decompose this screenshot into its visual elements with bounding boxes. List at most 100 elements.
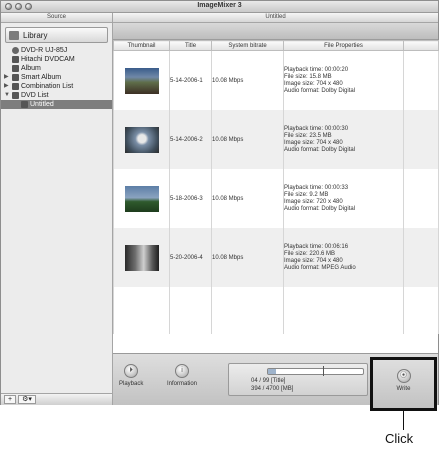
- smart-album-icon: [12, 74, 19, 81]
- sidebar-item-smart-album[interactable]: ▶ Smart Album: [1, 73, 112, 82]
- table-row[interactable]: 5-20-2006-4 10.08 Mbps Playback time: 00…: [113, 228, 439, 287]
- sidebar-item-label: DVD List: [21, 92, 49, 99]
- spare-cell: [403, 110, 439, 169]
- playback-time: Playback time: 00:00:30: [284, 125, 349, 132]
- disc-icon: [12, 47, 19, 54]
- audio-format: Audio format: Dolby Digital: [284, 205, 356, 212]
- dvd-item-icon: [21, 101, 28, 108]
- write-button[interactable]: ⦿ Write: [373, 369, 434, 392]
- write-disc-icon: ⦿: [396, 369, 411, 383]
- table-header-row: Thumbnail Title System bitrate File Prop…: [113, 40, 439, 51]
- write-label: Write: [396, 386, 411, 392]
- image-size: Image size: 704 x 480: [284, 80, 343, 87]
- app-window: ImageMixer 3 Source Library DVD-R UJ-85J…: [0, 0, 439, 405]
- playback-label: Playback: [119, 381, 144, 387]
- properties-cell: Playback time: 00:00:33 File size: 9.2 M…: [283, 169, 404, 228]
- capacity-bar: [267, 366, 364, 376]
- sidebar-item-label: Smart Album: [21, 74, 62, 81]
- add-source-button[interactable]: +: [4, 395, 17, 404]
- table-row[interactable]: 5-14-2006-1 10.08 Mbps Playback time: 00…: [113, 50, 439, 110]
- audio-format: Audio format: MPEG Audio: [284, 264, 356, 271]
- empty-row: [113, 287, 439, 334]
- disclosure-triangle-icon[interactable]: ▼: [4, 91, 10, 100]
- spare-cell: [403, 228, 439, 287]
- disclosure-triangle-icon[interactable]: ▶: [4, 82, 10, 91]
- spare-cell: [403, 50, 439, 110]
- capacity-marker: [323, 366, 324, 376]
- properties-cell: Playback time: 00:06:16 File size: 220.6…: [283, 228, 404, 287]
- bitrate-cell: 10.08 Mbps: [211, 169, 284, 228]
- sidebar-item-album[interactable]: Album: [1, 64, 112, 73]
- sidebar-header: Source: [1, 13, 112, 23]
- capacity-fill: [268, 369, 276, 374]
- sidebar-footer: + ⚙▾: [1, 393, 112, 405]
- properties-cell: Playback time: 00:00:20 File size: 15.8 …: [283, 50, 404, 110]
- column-header-thumbnail[interactable]: Thumbnail: [113, 40, 170, 51]
- information-button[interactable]: i Information: [167, 364, 197, 387]
- capacity-text: 04 / 99 [Title] 394 / 4700 [MB]: [251, 377, 293, 393]
- main-toolbar: [113, 23, 438, 40]
- spare-cell: [403, 169, 439, 228]
- information-label: Information: [167, 381, 198, 387]
- sidebar-item-combination-list[interactable]: ▶ Combination List: [1, 82, 112, 91]
- thumbnail-cell: [113, 169, 170, 228]
- library-button[interactable]: Library: [5, 27, 108, 43]
- playback-icon: ⏵: [124, 364, 139, 378]
- sidebar-item-dvd-list[interactable]: ▼ DVD List: [1, 91, 112, 100]
- video-thumbnail: [124, 67, 159, 94]
- file-size: File size: 9.2 MB: [284, 191, 329, 198]
- column-header-properties[interactable]: File Properties: [283, 40, 404, 51]
- title-cell: 5-14-2006-2: [169, 110, 212, 169]
- sidebar-item-hitachi-dvdcam[interactable]: Hitachi DVDCAM: [1, 55, 112, 64]
- main-header: Untitled: [113, 13, 438, 23]
- click-annotation: Click: [385, 431, 414, 446]
- source-sidebar: Source Library DVD-R UJ-85J Hitachi DVDCA…: [1, 13, 113, 405]
- audio-format: Audio format: Dolby Digital: [284, 87, 356, 94]
- thumbnail-cell: [113, 50, 170, 110]
- video-thumbnail: [124, 126, 159, 153]
- sidebar-item-dvd-r-uj-85j[interactable]: DVD-R UJ-85J: [1, 46, 112, 55]
- capacity-megabytes: 394 / 4700 [MB]: [251, 386, 294, 392]
- table-row[interactable]: 5-14-2006-2 10.08 Mbps Playback time: 00…: [113, 110, 439, 169]
- title-table: Thumbnail Title System bitrate File Prop…: [113, 40, 439, 334]
- sidebar-item-label: DVD-R UJ-85J: [21, 47, 68, 54]
- video-thumbnail: [124, 185, 159, 212]
- playback-time: Playback time: 00:06:16: [284, 243, 349, 250]
- sidebar-item-untitled[interactable]: Untitled: [1, 100, 112, 109]
- title-cell: 5-18-2006-3: [169, 169, 212, 228]
- title-cell: 5-20-2006-4: [169, 228, 212, 287]
- column-header-spare: [403, 40, 439, 51]
- capacity-titles: 04 / 99 [Title]: [251, 378, 286, 384]
- capacity-meter: 04 / 99 [Title] 394 / 4700 [MB]: [228, 363, 368, 396]
- sidebar-item-label: Untitled: [30, 101, 54, 108]
- playback-button[interactable]: ⏵ Playback: [119, 364, 143, 387]
- file-size: File size: 23.5 MB: [284, 132, 332, 139]
- thumbnail-cell: [113, 110, 170, 169]
- playback-time: Playback time: 00:00:20: [284, 66, 349, 73]
- list-icon: [12, 83, 19, 90]
- information-icon: i: [175, 364, 189, 378]
- album-icon: [12, 65, 19, 72]
- action-menu-button[interactable]: ⚙▾: [18, 395, 36, 404]
- source-tree: DVD-R UJ-85J Hitachi DVDCAM Album ▶ Smart Al…: [1, 46, 112, 109]
- disclosure-triangle-icon[interactable]: ▶: [4, 73, 10, 82]
- camera-icon: [12, 56, 19, 63]
- bitrate-cell: 10.08 Mbps: [211, 50, 284, 110]
- title-cell: 5-14-2006-1: [169, 50, 212, 110]
- image-size: Image size: 704 x 480: [284, 257, 343, 264]
- column-header-title[interactable]: Title: [169, 40, 212, 51]
- audio-format: Audio format: Dolby Digital: [284, 146, 356, 153]
- file-size: File size: 220.6 MB: [284, 250, 336, 257]
- callout-line: [403, 411, 404, 430]
- main-panel: Untitled Thumbnail Title System bitrate …: [113, 13, 439, 405]
- list-icon: [12, 92, 19, 99]
- image-size: Image size: 704 x 480: [284, 139, 343, 146]
- properties-cell: Playback time: 00:00:30 File size: 23.5 …: [283, 110, 404, 169]
- library-label: Library: [23, 30, 48, 40]
- write-button-highlight: ⦿ Write: [370, 357, 437, 411]
- column-header-bitrate[interactable]: System bitrate: [211, 40, 284, 51]
- library-icon: [9, 30, 19, 40]
- file-size: File size: 15.8 MB: [284, 73, 332, 80]
- bitrate-cell: 10.08 Mbps: [211, 110, 284, 169]
- table-row[interactable]: 5-18-2006-3 10.08 Mbps Playback time: 00…: [113, 169, 439, 228]
